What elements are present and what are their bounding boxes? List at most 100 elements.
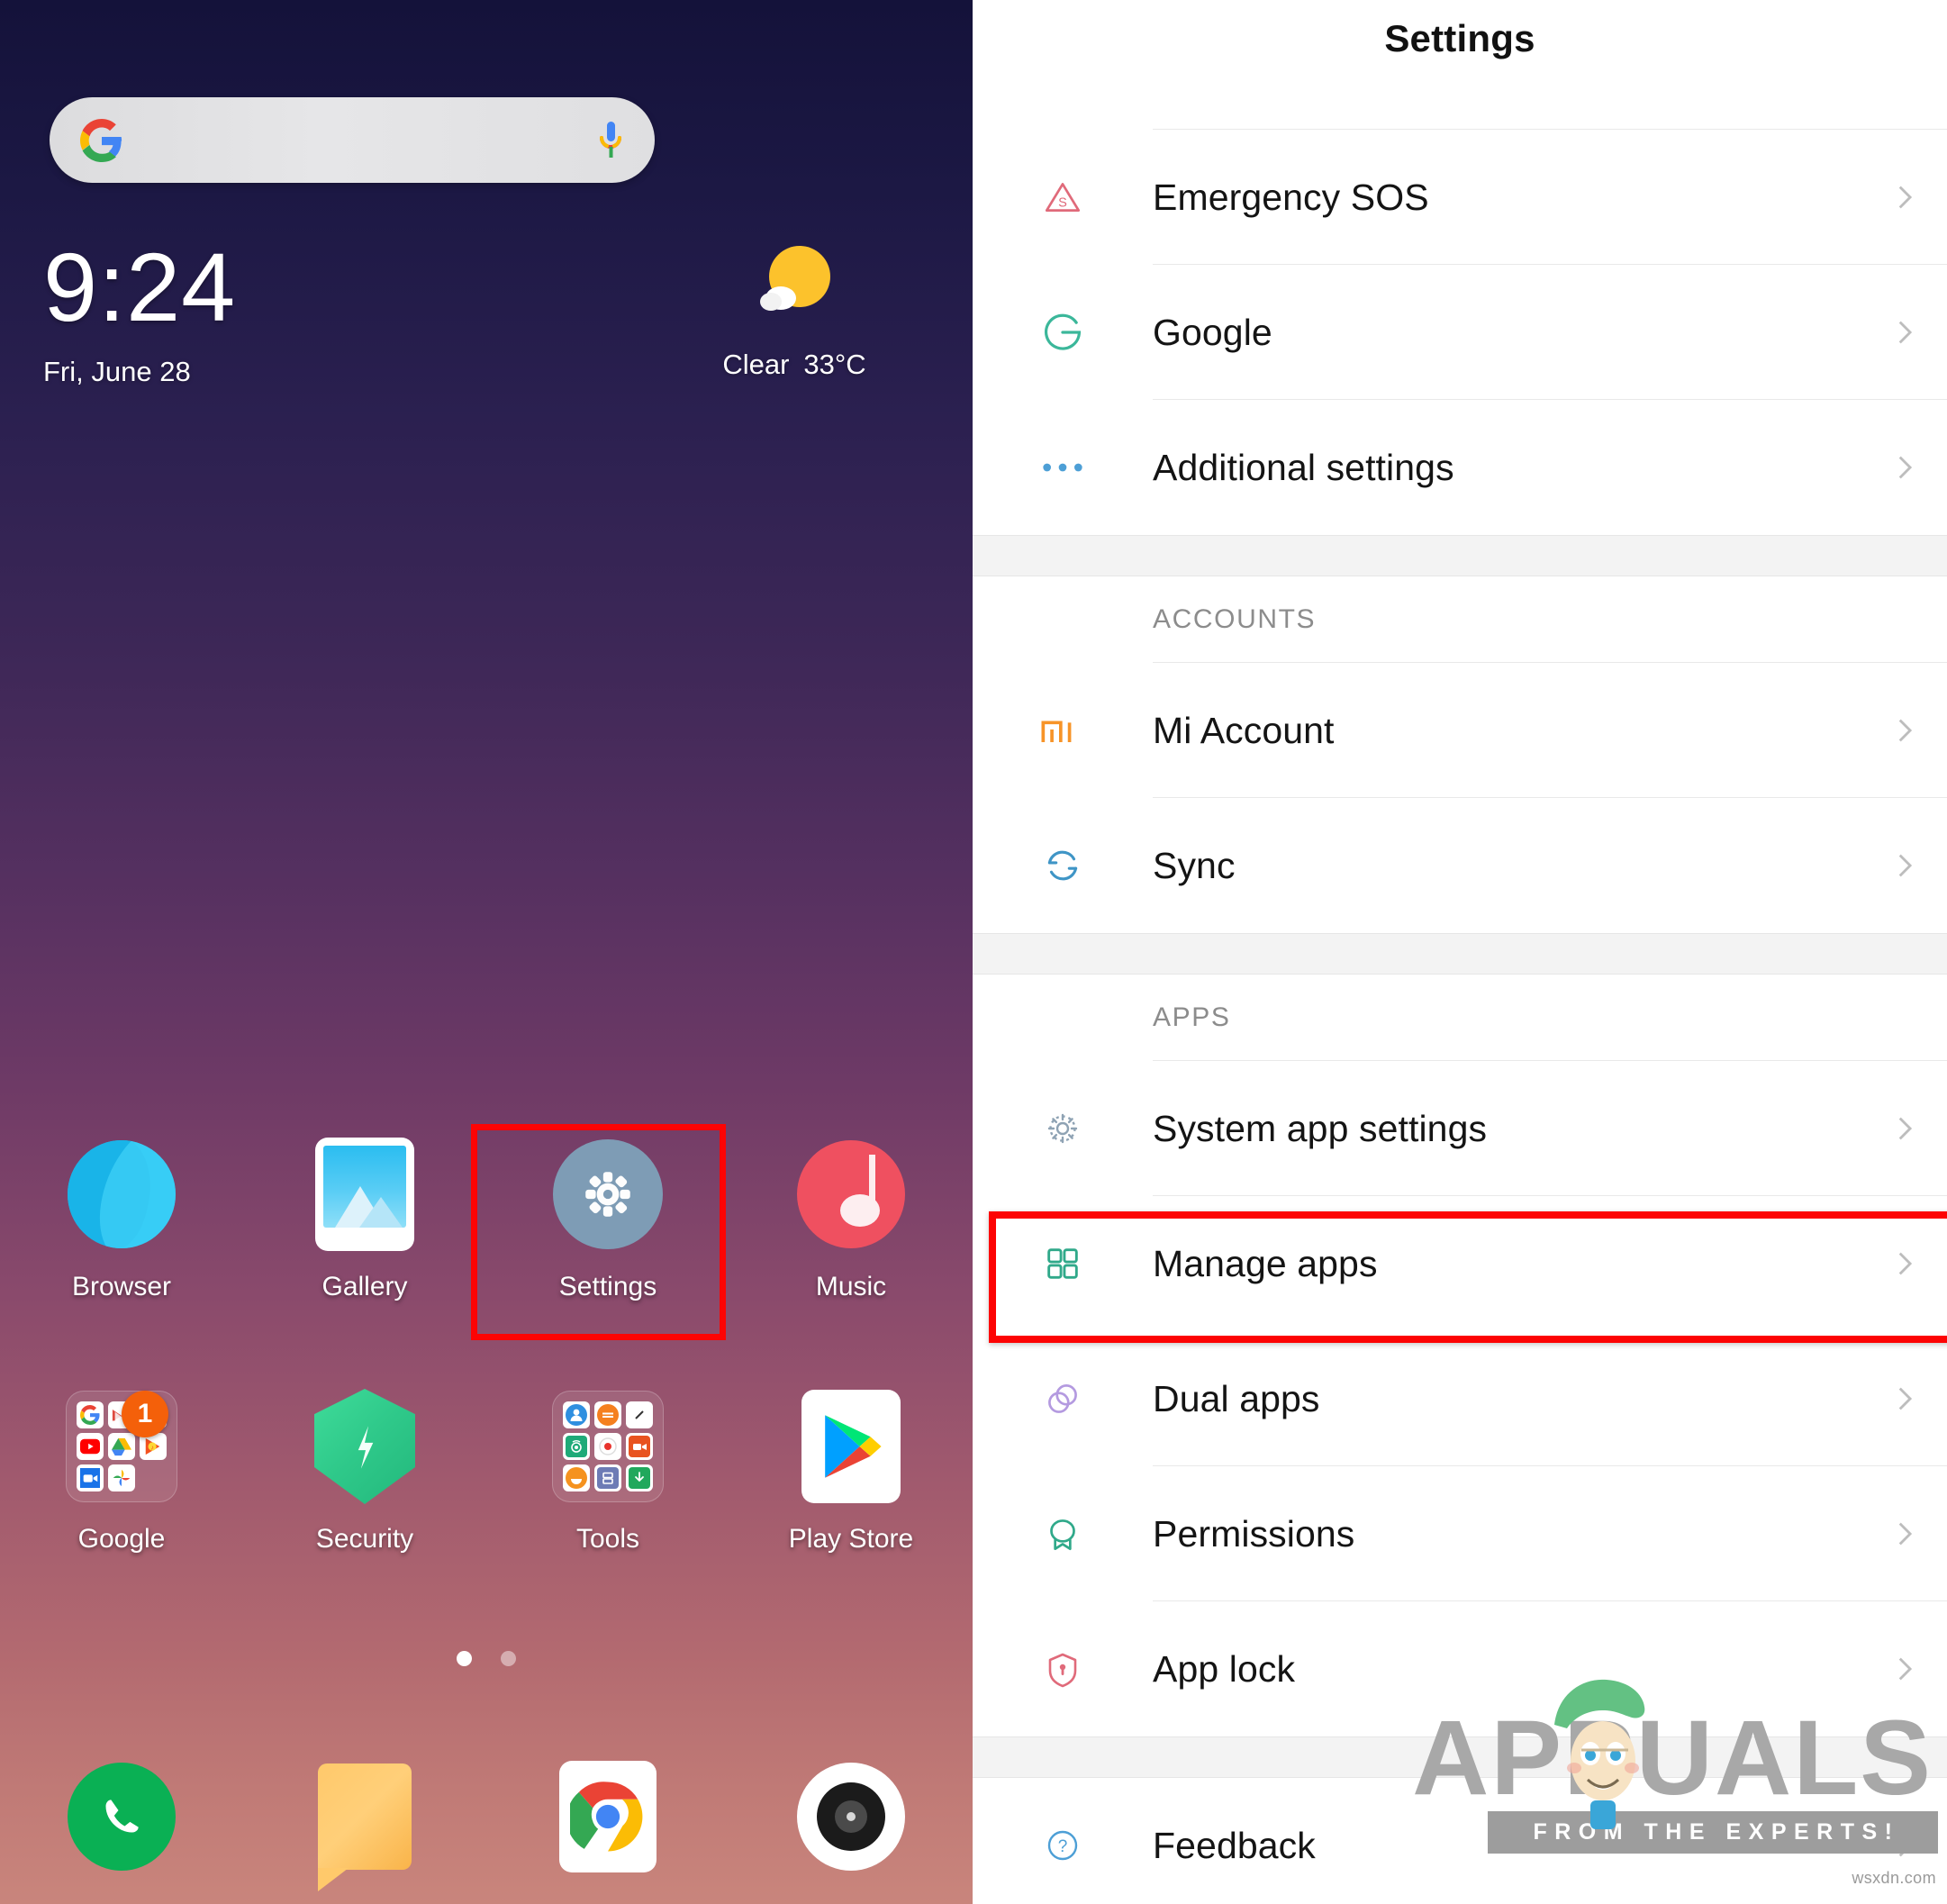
app-music[interactable]: Music <box>729 1124 973 1376</box>
page-title: Settings <box>1384 17 1535 59</box>
mini-icon-empty <box>140 1464 167 1491</box>
settings-row-permissions[interactable]: Permissions <box>973 1466 1947 1601</box>
chevron-right-icon <box>1861 317 1947 348</box>
app-label: Browser <box>71 1272 172 1301</box>
dock-messaging[interactable] <box>243 1761 486 1891</box>
app-label: Security <box>315 1524 414 1554</box>
app-label: Google <box>77 1524 166 1554</box>
app-label: Settings <box>558 1272 657 1301</box>
weather-condition: Clear <box>722 349 790 380</box>
mi-logo-icon <box>973 712 1153 748</box>
clock-time: 9:24 <box>43 232 237 341</box>
dock-phone[interactable] <box>0 1761 243 1872</box>
app-play-store[interactable]: Play Store <box>729 1376 973 1628</box>
settings-row-label: Feedback <box>1153 1824 1316 1866</box>
settings-row-feedback[interactable]: ? Feedback <box>973 1778 1947 1904</box>
app-folder-tools[interactable]: Tools <box>486 1376 729 1628</box>
camera-icon <box>797 1763 905 1871</box>
play-store-icon <box>793 1389 909 1504</box>
app-grid: Browser Gallery Settings Music 1 ♪ Googl… <box>0 1124 973 1628</box>
settings-row-additional-settings[interactable]: Additional settings <box>973 400 1947 535</box>
settings-row-label: System app settings <box>1153 1107 1488 1149</box>
home-screen: 9:24 Fri, June 28 Clear 33°C Browser Gal… <box>0 0 973 1904</box>
chevron-right-icon <box>1861 1248 1947 1279</box>
page-indicator[interactable] <box>0 1651 973 1666</box>
section-header-apps: APPS <box>973 975 1947 1061</box>
app-label: Gallery <box>321 1272 408 1301</box>
chevron-right-icon <box>1861 715 1947 746</box>
app-settings[interactable]: Settings <box>486 1124 729 1376</box>
settings-row-label: Permissions <box>1153 1512 1355 1555</box>
mini-icon-filemanager <box>594 1464 621 1491</box>
settings-row-label: Mi Account <box>1153 709 1335 751</box>
badge-ribbon-icon <box>973 1511 1153 1556</box>
settings-row-manage-apps[interactable]: Manage apps <box>973 1196 1947 1331</box>
settings-row-label: Google <box>1153 311 1272 353</box>
security-shield-icon <box>307 1389 422 1504</box>
app-gallery[interactable]: Gallery <box>243 1124 486 1376</box>
app-row-2: 1 ♪ Google Security Tools Play Store <box>0 1376 973 1628</box>
settings-row-emergency-sos[interactable]: S Emergency SOS <box>973 130 1947 265</box>
weather-text: Clear 33°C <box>659 349 929 381</box>
phone-icon <box>68 1763 176 1871</box>
weather-temperature: 33°C <box>803 349 866 380</box>
mini-icon-screen-recorder <box>626 1433 653 1460</box>
google-g-icon <box>973 309 1153 356</box>
dock-camera[interactable] <box>729 1761 973 1872</box>
weather-widget[interactable]: Clear 33°C <box>659 239 929 381</box>
music-note-icon <box>793 1137 909 1252</box>
settings-screen: Settings Storage S Emergency SO <box>973 0 1947 1904</box>
app-label: Music <box>815 1272 887 1301</box>
settings-row-mi-account[interactable]: Mi Account <box>973 663 1947 798</box>
question-circle-icon: ? <box>973 1824 1153 1867</box>
tools-folder-icon <box>550 1389 666 1504</box>
gear-outline-icon <box>973 1107 1153 1150</box>
section-separator <box>973 535 1947 576</box>
more-dots-icon <box>973 458 1153 477</box>
page-dot-active[interactable] <box>457 1651 472 1666</box>
svg-text:?: ? <box>1058 1837 1068 1856</box>
settings-row-label: Dual apps <box>1153 1377 1320 1419</box>
clock-date: Fri, June 28 <box>43 356 191 387</box>
microphone-icon[interactable] <box>597 120 624 161</box>
mini-icon-google <box>77 1401 104 1428</box>
mini-icon-recorder <box>594 1433 621 1460</box>
mini-icon-drive <box>108 1433 135 1460</box>
app-label: Tools <box>575 1524 640 1554</box>
settings-row-label: Sync <box>1153 844 1236 886</box>
app-folder-google[interactable]: 1 ♪ Google <box>0 1376 243 1628</box>
chevron-right-icon <box>1861 1830 1947 1861</box>
mini-icon-contacts <box>563 1401 590 1428</box>
sync-icon <box>973 843 1153 888</box>
settings-row-sync[interactable]: Sync <box>973 798 1947 933</box>
clock-widget[interactable]: 9:24 Fri, June 28 <box>43 239 236 388</box>
google-folder-icon: 1 ♪ <box>64 1389 179 1504</box>
notification-badge: 1 <box>122 1391 168 1437</box>
dock <box>0 1761 973 1891</box>
chevron-right-icon <box>1861 1519 1947 1549</box>
settings-row-label: Manage apps <box>1153 1242 1378 1284</box>
google-search-widget[interactable] <box>50 97 655 183</box>
settings-row-app-lock[interactable]: App lock <box>973 1601 1947 1736</box>
chevron-right-icon <box>1861 1113 1947 1144</box>
mini-icon-downloads <box>626 1464 653 1491</box>
settings-row-dual-apps[interactable]: Dual apps <box>973 1331 1947 1466</box>
page-dot[interactable] <box>501 1651 516 1666</box>
chevron-right-icon <box>1861 1383 1947 1414</box>
mini-icon-weather <box>563 1464 590 1491</box>
section-separator <box>973 933 1947 975</box>
chevron-right-icon <box>1861 850 1947 881</box>
settings-row-storage[interactable]: Storage <box>973 77 1947 130</box>
mini-icon-compass <box>626 1401 653 1428</box>
google-g-logo-icon <box>80 118 123 162</box>
svg-text:♪: ♪ <box>150 1444 154 1452</box>
app-security[interactable]: Security <box>243 1376 486 1628</box>
settings-row-google[interactable]: Google <box>973 265 1947 400</box>
app-grid-icon <box>973 1243 1153 1284</box>
dock-chrome[interactable] <box>486 1761 729 1872</box>
settings-row-system-app-settings[interactable]: System app settings <box>973 1061 1947 1196</box>
mini-icon-duo <box>77 1464 104 1491</box>
app-browser[interactable]: Browser <box>0 1124 243 1376</box>
mini-icon-photos <box>108 1464 135 1491</box>
chevron-right-icon <box>1861 182 1947 213</box>
